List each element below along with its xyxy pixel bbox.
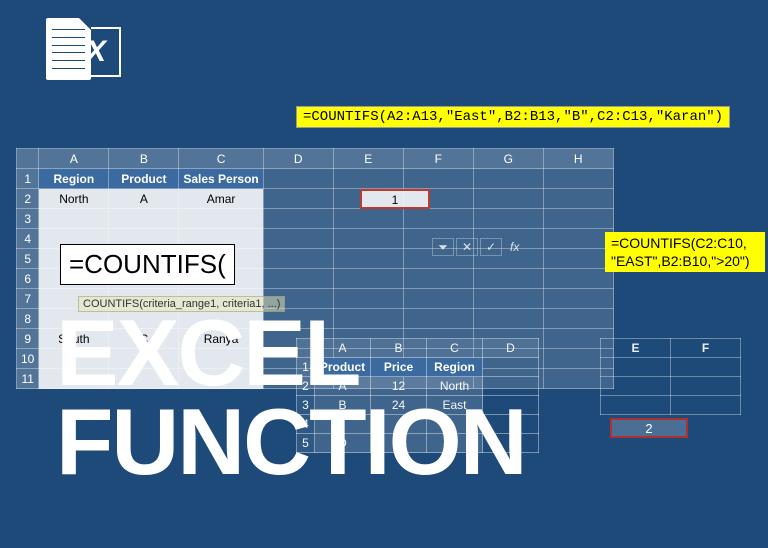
title-line-2: FUNCTION xyxy=(56,397,526,486)
col-header[interactable]: F xyxy=(671,339,741,358)
col-header[interactable]: G xyxy=(473,149,543,169)
cell[interactable]: Amar xyxy=(179,189,263,209)
cell[interactable]: North xyxy=(39,189,109,209)
formula-highlight-1: =COUNTIFS(A2:A13,"East",B2:B13,"B",C2:C1… xyxy=(296,106,730,128)
col-header[interactable]: E xyxy=(601,339,671,358)
dropdown-icon[interactable]: ⏷ xyxy=(432,238,454,256)
row-header[interactable]: 2 xyxy=(17,189,39,209)
result-cell-1[interactable]: 1 xyxy=(360,189,430,209)
formula-text: =COUNTIFS(C2:C10, xyxy=(611,235,747,251)
cancel-icon[interactable]: ✕ xyxy=(456,238,478,256)
excel-logo: X xyxy=(46,18,121,80)
table-header[interactable]: Product xyxy=(109,169,179,189)
col-header[interactable]: F xyxy=(403,149,473,169)
formula-bar: ⏷ ✕ ✓ fx xyxy=(432,238,525,256)
col-header[interactable]: B xyxy=(109,149,179,169)
title-line-1: EXCEL xyxy=(56,308,526,397)
result-cell-2[interactable]: 2 xyxy=(610,418,688,438)
book-icon xyxy=(46,18,91,80)
formula-highlight-2: =COUNTIFS(C2:C10, "EAST",B2:B10,">20") xyxy=(605,232,765,272)
confirm-icon[interactable]: ✓ xyxy=(480,238,502,256)
fx-icon[interactable]: fx xyxy=(510,240,519,254)
countifs-formula-box: =COUNTIFS( xyxy=(60,244,235,285)
spreadsheet-2-right: E F xyxy=(600,338,741,415)
page-title: EXCEL FUNCTION xyxy=(56,308,526,487)
col-header[interactable]: C xyxy=(179,149,263,169)
cell[interactable]: A xyxy=(109,189,179,209)
col-header[interactable]: H xyxy=(543,149,613,169)
table-header[interactable]: Region xyxy=(39,169,109,189)
col-header[interactable]: D xyxy=(263,149,333,169)
table-header[interactable]: Sales Person xyxy=(179,169,263,189)
col-header[interactable]: E xyxy=(333,149,403,169)
formula-text: "EAST",B2:B10,">20") xyxy=(611,253,750,269)
col-header[interactable]: A xyxy=(39,149,109,169)
row-header[interactable]: 1 xyxy=(17,169,39,189)
